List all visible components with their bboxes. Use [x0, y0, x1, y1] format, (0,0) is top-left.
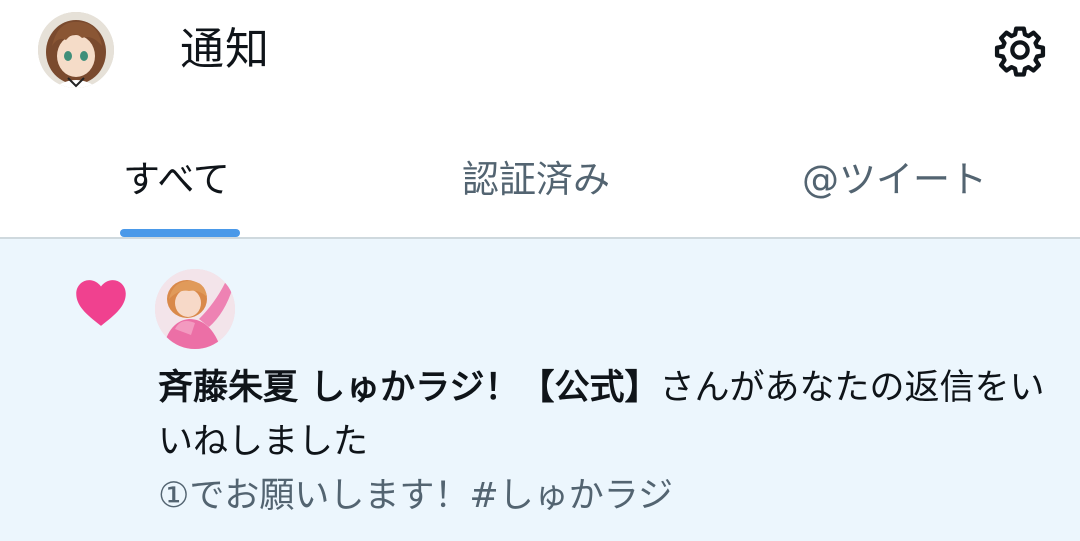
- user-avatar-icon: [38, 12, 114, 88]
- page-title: 通知: [180, 24, 270, 75]
- tab-all[interactable]: すべて: [90, 130, 270, 238]
- tab-mentions[interactable]: @ツイート: [770, 130, 1030, 238]
- reply-preview: ①でお願いします！#しゅかラジ: [158, 476, 674, 516]
- notification-tabs: すべて 認証済み @ツイート: [0, 130, 1080, 238]
- profile-avatar[interactable]: [38, 12, 114, 88]
- actor-avatar-image-icon: [155, 269, 235, 349]
- notification-message: 斉藤朱夏 しゅかラジ！【公式】さんがあなたの返信をいいねしました: [158, 361, 1058, 469]
- gear-icon: [994, 26, 1046, 77]
- actor-avatar[interactable]: [155, 269, 235, 349]
- tab-mentions-label: @ツイート: [802, 158, 987, 201]
- settings-button[interactable]: [990, 22, 1050, 78]
- top-app-bar: 通知: [0, 0, 1080, 110]
- actor-name[interactable]: 斉藤朱夏 しゅかラジ！【公式】: [158, 368, 660, 408]
- tab-verified[interactable]: 認証済み: [430, 130, 650, 238]
- tab-all-label: すべて: [123, 158, 230, 201]
- heart-icon: [76, 280, 126, 326]
- active-tab-indicator: [120, 229, 240, 237]
- tab-verified-label: 認証済み: [462, 158, 610, 201]
- notification-item[interactable]: 斉藤朱夏 しゅかラジ！【公式】さんがあなたの返信をいいねしました ①でお願いしま…: [0, 239, 1080, 541]
